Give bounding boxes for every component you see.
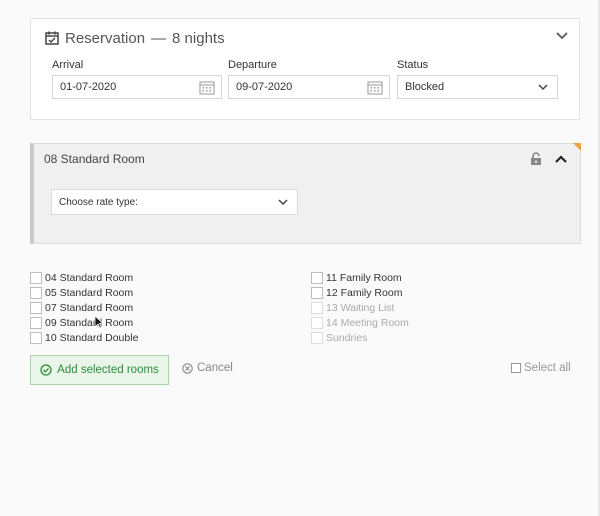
room-label: 10 Standard Double [45,331,139,344]
select-all-checkbox[interactable] [511,363,521,373]
room-label: 07 Standard Room [45,301,134,314]
room-checkbox[interactable] [30,331,42,344]
room-checkbox[interactable] [30,301,42,314]
list-item: 14 Meeting Room [311,315,409,330]
status-label: Status [397,59,429,71]
room-label: 05 Standard Room [45,286,134,299]
add-selected-rooms-button[interactable]: Add selected rooms [30,355,169,385]
chevron-down-icon [278,199,288,206]
status-select[interactable]: Blocked [397,75,558,99]
departure-label: Departure [228,59,277,71]
check-circle-icon [40,364,52,376]
arrival-date-field[interactable]: 01-07-2020 [52,75,222,99]
collapse-chevron-icon[interactable] [555,29,569,43]
cancel-button[interactable]: Cancel [182,362,233,374]
room-label: 04 Standard Room [45,271,134,284]
rate-type-select[interactable]: Choose rate type: [51,189,298,215]
chevron-down-icon [538,84,548,91]
list-item[interactable]: 07 Standard Room [30,300,138,315]
select-all-toggle[interactable]: Select all [511,362,571,374]
room-checkbox[interactable] [30,271,42,284]
room-label: 09 Standard Room [45,316,134,329]
room-title: 08 Standard Room [44,152,145,166]
list-item[interactable]: 09 Standard Room [30,315,138,330]
room-card: 08 Standard Room Choose rate type: [30,143,581,244]
list-item[interactable]: 12 Family Room [311,285,409,300]
unlock-icon[interactable] [530,152,542,166]
status-value: Blocked [405,81,445,93]
calendar-icon[interactable] [367,80,383,95]
reservation-card: Reservation — 8 nights Arrival 01-07-202… [30,18,580,120]
departure-date-field[interactable]: 09-07-2020 [228,75,390,99]
calendar-icon[interactable] [199,80,215,95]
reservation-separator: — [151,29,167,47]
list-item[interactable]: 05 Standard Room [30,285,138,300]
arrival-label: Arrival [52,59,84,71]
arrival-date-value: 01-07-2020 [60,81,117,93]
room-checkbox[interactable] [30,316,42,329]
cancel-button-label: Cancel [197,362,233,374]
list-item[interactable]: 04 Standard Room [30,270,138,285]
room-checkbox[interactable] [311,286,323,299]
room-label: 14 Meeting Room [326,316,409,329]
reservation-title: Reservation [65,29,146,47]
room-checkbox[interactable] [311,271,323,284]
list-item[interactable]: 11 Family Room [311,270,409,285]
room-label: Sundries [326,331,368,344]
mouse-cursor-icon [94,315,104,329]
select-all-label: Select all [524,362,571,374]
room-checkbox [311,331,323,344]
chevron-up-icon[interactable] [554,154,568,164]
room-checkbox[interactable] [30,286,42,299]
close-circle-icon [182,362,193,374]
list-item: 13 Waiting List [311,300,409,315]
corner-flag [573,143,581,151]
list-item[interactable]: 10 Standard Double [30,330,138,345]
reservation-header: Reservation — 8 nights [45,28,225,48]
room-checkbox [311,301,323,314]
room-list-right: 11 Family Room 12 Family Room 13 Waiting… [311,270,409,345]
room-checkbox [311,316,323,329]
rate-type-placeholder: Choose rate type: [59,196,138,208]
reservation-nights: 8 nights [172,29,225,47]
room-label: 12 Family Room [326,286,403,299]
departure-date-value: 09-07-2020 [236,81,293,93]
room-label: 13 Waiting List [326,301,395,314]
calendar-check-icon [45,31,59,45]
list-item: Sundries [311,330,409,345]
room-list-left: 04 Standard Room 05 Standard Room 07 Sta… [30,270,138,345]
add-button-label: Add selected rooms [57,364,159,376]
room-label: 11 Family Room [326,271,402,284]
